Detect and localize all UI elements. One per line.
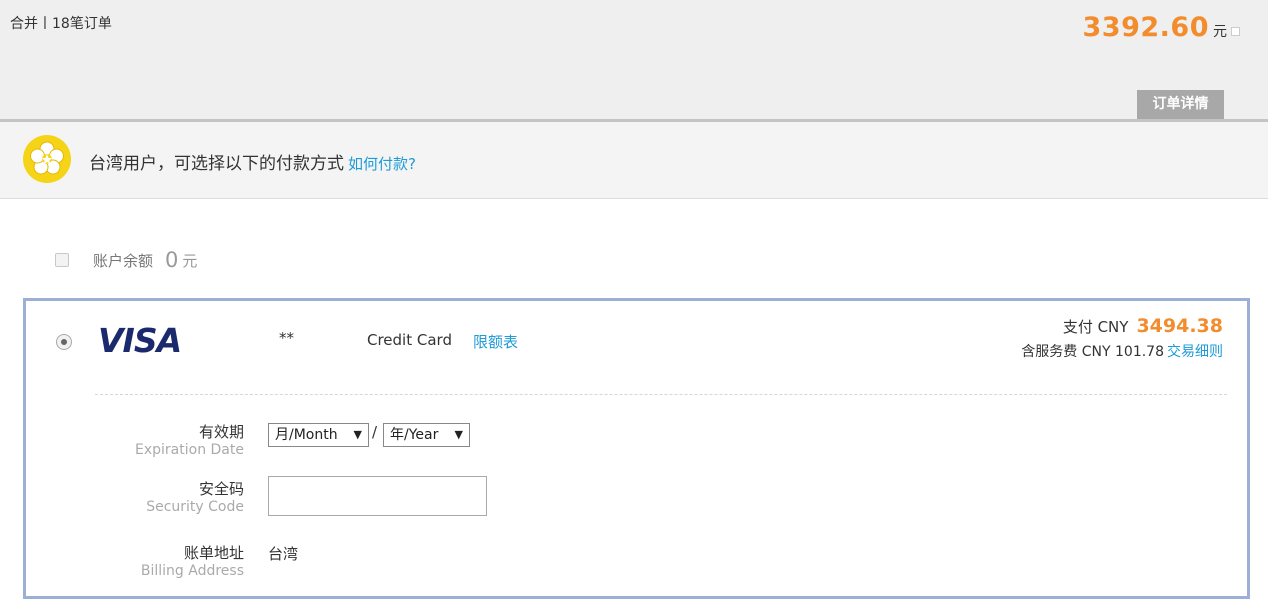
billing-label-en: Billing Address — [140, 563, 244, 579]
balance-unit: 元 — [182, 251, 198, 270]
billing-label-cn: 账单地址 — [183, 544, 244, 562]
card-number-mask: ** — [279, 329, 294, 347]
triangle-down-icon: ▼ — [454, 428, 463, 441]
balance-checkbox[interactable] — [55, 253, 69, 267]
order-header: 合并丨18笔订单 3392.60 元 订单详情 — [0, 0, 1268, 122]
region-notice: 台湾用户，可选择以下的付款方式 如何付款? — [0, 122, 1268, 199]
expiry-month-value: 月/Month — [275, 427, 338, 443]
security-label-en: Security Code — [146, 499, 244, 515]
security-label: 安全码 Security Code — [84, 478, 244, 515]
service-fee-text: 含服务费 CNY 101.78 — [1021, 344, 1164, 360]
transaction-terms-link[interactable]: 交易细则 — [1167, 344, 1223, 360]
account-balance-option: 账户余额 0 元 — [55, 246, 197, 274]
plum-blossom-icon — [23, 135, 71, 183]
card-type: Credit Card — [367, 331, 452, 349]
balance-value: 0 — [165, 248, 179, 272]
expiry-label: 有效期 Expiration Date — [84, 421, 244, 458]
notice-message: 台湾用户，可选择以下的付款方式 — [89, 154, 344, 174]
visa-radio[interactable] — [56, 334, 72, 350]
total-amount: 3392.60 — [1082, 12, 1209, 43]
visa-payment-panel: VISA ** Credit Card 限额表 支付 CNY 3494.38 含… — [23, 298, 1250, 599]
order-total: 3392.60 元 — [1083, 12, 1240, 43]
how-to-pay-link[interactable]: 如何付款? — [348, 155, 416, 173]
expiry-label-cn: 有效期 — [198, 423, 244, 441]
notice-text: 台湾用户，可选择以下的付款方式 如何付款? — [89, 149, 416, 174]
billing-address-value: 台湾 — [268, 545, 299, 563]
billing-label: 账单地址 Billing Address — [84, 542, 244, 579]
visa-logo: VISA — [98, 321, 182, 360]
order-details-tab[interactable]: 订单详情 — [1137, 90, 1224, 119]
expiry-year-value: 年/Year — [390, 427, 439, 443]
expiry-year-select[interactable]: 年/Year ▼ — [383, 423, 470, 447]
total-unit: 元 — [1213, 24, 1227, 40]
pay-amount: 3494.38 — [1136, 315, 1223, 337]
balance-label: 账户余额 — [93, 251, 154, 270]
date-separator: / — [372, 423, 378, 441]
divider — [95, 394, 1227, 395]
expiry-label-en: Expiration Date — [135, 442, 244, 458]
pay-label: 支付 CNY — [1062, 318, 1129, 336]
expiry-month-select[interactable]: 月/Month ▼ — [268, 423, 369, 447]
security-label-cn: 安全码 — [198, 480, 244, 498]
payment-summary: 支付 CNY 3494.38 含服务费 CNY 101.78 交易细则 — [1021, 315, 1223, 361]
security-code-input[interactable] — [268, 476, 487, 516]
triangle-down-icon: ▼ — [353, 428, 362, 441]
order-count: 合并丨18笔订单 — [10, 16, 112, 32]
expand-icon[interactable] — [1231, 27, 1240, 36]
limit-table-link[interactable]: 限额表 — [473, 331, 518, 352]
